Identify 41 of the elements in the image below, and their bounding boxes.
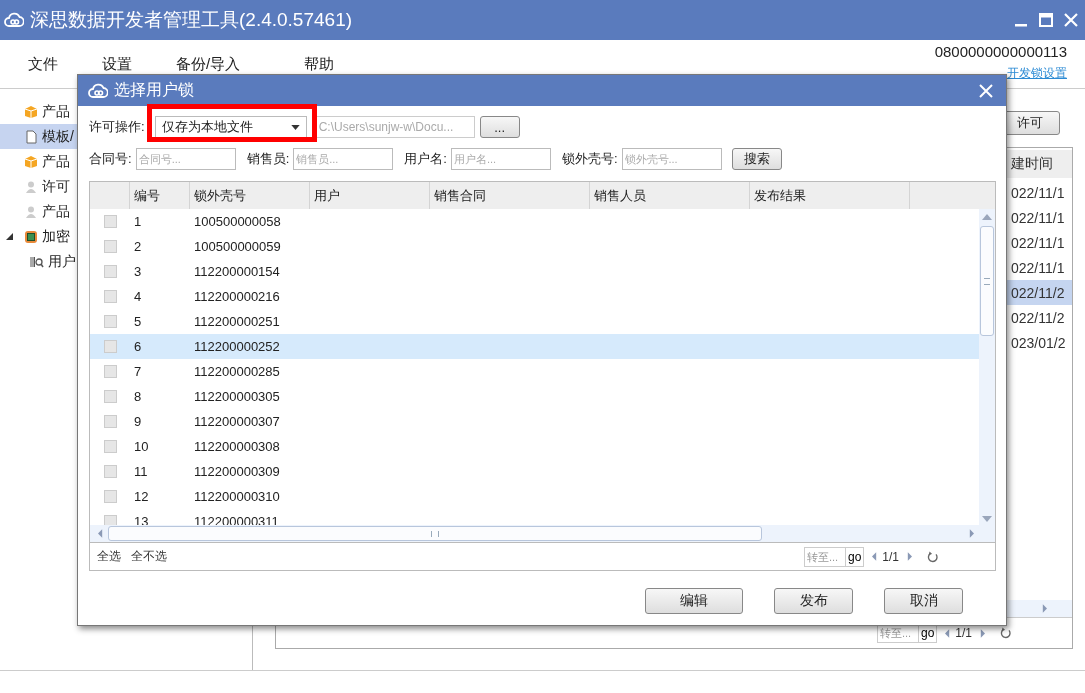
- filter-label: 锁外壳号:: [561, 150, 618, 168]
- column-header: 建时间: [1011, 155, 1053, 173]
- table-cell: 9: [134, 414, 142, 429]
- table-cell: 10: [134, 439, 149, 454]
- table-cell: 112200000252: [194, 339, 280, 354]
- table-cell: 023/01/2: [1011, 334, 1066, 351]
- filter-label: 销售员:: [246, 150, 290, 168]
- table-cell: 100500000058: [194, 214, 281, 229]
- table-cell: 022/11/2: [1011, 284, 1065, 301]
- table-cell: 112200000154: [194, 264, 280, 279]
- table-cell: 022/11/1: [1011, 234, 1065, 251]
- table-cell: 022/11/1: [1011, 259, 1065, 276]
- table-cell: 8: [134, 389, 142, 404]
- table-cell: 112200000308: [194, 439, 280, 454]
- field-label: 许可操作:: [89, 118, 145, 136]
- device-serial: 0800000000000113: [934, 43, 1067, 60]
- window-title: 深思数据开发者管理工具(2.4.0.57461): [30, 8, 353, 32]
- filter-label: 用户名:: [404, 150, 447, 168]
- table-cell: 112200000305: [194, 389, 280, 404]
- dialog-title: 选择用户锁: [114, 80, 194, 100]
- table-cell: 5: [134, 314, 142, 329]
- table-cell: 12: [134, 489, 149, 504]
- table-cell: 4: [134, 289, 142, 304]
- filter-label: 合同号:: [89, 150, 132, 168]
- table-cell: 112200000309: [194, 464, 280, 479]
- table-cell: 11: [134, 464, 148, 479]
- table-cell: 7: [134, 364, 142, 379]
- page-indicator: 1/1: [955, 626, 972, 640]
- table-cell: 1: [134, 214, 142, 229]
- table-cell: 3: [134, 264, 142, 279]
- table-cell: 112200000307: [194, 414, 280, 429]
- table-cell: 6: [134, 339, 142, 354]
- table-cell: 112200000285: [194, 364, 280, 379]
- table-cell: 112200000251: [194, 314, 280, 329]
- table-cell: 022/11/1: [1011, 209, 1065, 226]
- table-cell: 112200000216: [194, 289, 280, 304]
- table-cell: 100500000059: [194, 239, 281, 254]
- table-cell: 022/11/2: [1011, 309, 1065, 326]
- table-cell: 112200000310: [194, 489, 280, 504]
- page-indicator: 1/1: [882, 549, 899, 564]
- table-cell: 2: [134, 239, 142, 254]
